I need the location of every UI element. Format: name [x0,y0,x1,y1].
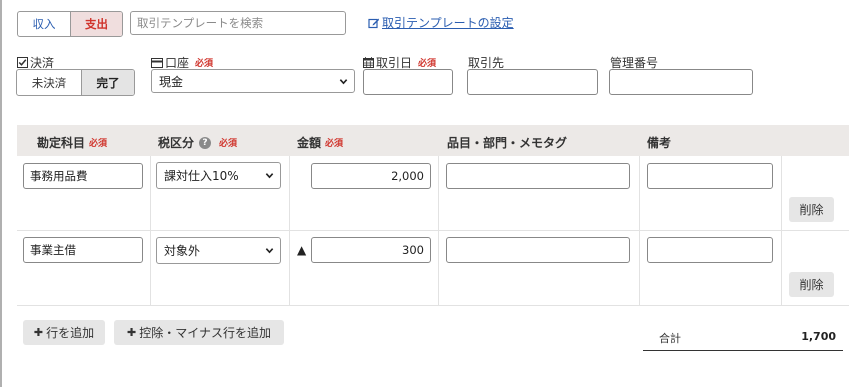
chevron-down-icon [265,173,274,179]
management-number-input[interactable] [609,69,753,95]
header-tax-label: 税区分 [158,136,195,150]
template-settings-label: 取引テンプレートの設定 [382,16,514,30]
table-header [17,125,849,156]
row-divider [17,230,849,231]
deduction-marker: ▲ [297,243,307,257]
plus-icon: ✚ [33,326,44,339]
settled-option[interactable]: 完了 [81,70,134,95]
account-select-value: 現金 [159,74,184,89]
header-account-item-label: 勘定科目 [37,136,86,150]
add-row-button[interactable]: ✚ 行を追加 [23,320,105,345]
tags-input[interactable] [446,163,630,189]
chevron-down-icon [265,248,274,254]
header-item-dept-memo: 品目・部門・メモタグ [447,134,567,151]
row-divider [17,305,849,306]
partner-input[interactable] [467,69,598,95]
template-search-input[interactable] [130,11,346,35]
transaction-date-input[interactable] [363,69,453,95]
remarks-input[interactable] [647,163,773,189]
plus-icon: ✚ [127,326,137,339]
column-divider [438,156,439,306]
income-option[interactable]: 収入 [18,12,70,36]
account-item-input[interactable]: 事業主借 [23,237,143,263]
column-divider [289,156,290,306]
column-divider [781,156,782,306]
delete-row-button[interactable]: 削除 [789,272,834,297]
header-amount-label: 金額 [297,136,322,150]
add-deduction-row-label: 控除・マイナス行を追加 [139,326,271,340]
header-item-dept-memo-label: 品目・部門・メモタグ [447,136,568,150]
checkbox-checked-icon [17,57,28,68]
column-divider [639,156,640,306]
template-settings-link[interactable]: 取引テンプレートの設定 [368,14,514,31]
header-amount: 金額 必須 [297,134,343,151]
expense-option[interactable]: 支出 [70,12,122,36]
amount-input[interactable]: 2,000 [311,163,431,189]
card-icon [151,57,163,68]
required-badge: 必須 [195,59,214,69]
chevron-down-icon [339,78,348,84]
settlement-toggle: 未決済 完了 [16,69,135,96]
tax-select[interactable]: 対象外 [156,237,281,264]
total-value: 1,700 [801,330,836,343]
account-item-input[interactable]: 事務用品費 [23,163,143,189]
tags-input[interactable] [446,237,630,263]
required-badge: 必須 [89,139,108,149]
header-remarks-label: 備考 [647,136,672,150]
help-icon[interactable]: ? [199,136,212,149]
calendar-icon [363,57,374,68]
income-expense-toggle: 収入 支出 [17,11,123,37]
required-badge: 必須 [219,139,238,149]
add-deduction-row-button[interactable]: ✚ 控除・マイナス行を追加 [114,320,284,345]
delete-row-button[interactable]: 削除 [789,197,834,222]
tax-select[interactable]: 課対仕入10% [156,162,281,189]
left-border [0,0,2,387]
unsettled-option[interactable]: 未決済 [17,70,81,95]
add-row-label: 行を追加 [46,326,95,340]
tax-select-value: 対象外 [164,244,201,258]
total-label: 合計 [659,332,681,345]
total-underline [643,350,843,351]
amount-input[interactable]: 300 [311,237,431,263]
required-badge: 必須 [418,59,437,69]
column-divider [150,156,151,306]
required-badge: 必須 [325,139,344,149]
header-remarks: 備考 [647,134,671,151]
remarks-input[interactable] [647,237,773,263]
edit-icon [368,18,379,28]
account-select[interactable]: 現金 [151,69,355,93]
header-account-item: 勘定科目 必須 [37,134,107,151]
header-tax: 税区分 ? 必須 [158,134,237,151]
tax-select-value: 課対仕入10% [164,169,239,183]
